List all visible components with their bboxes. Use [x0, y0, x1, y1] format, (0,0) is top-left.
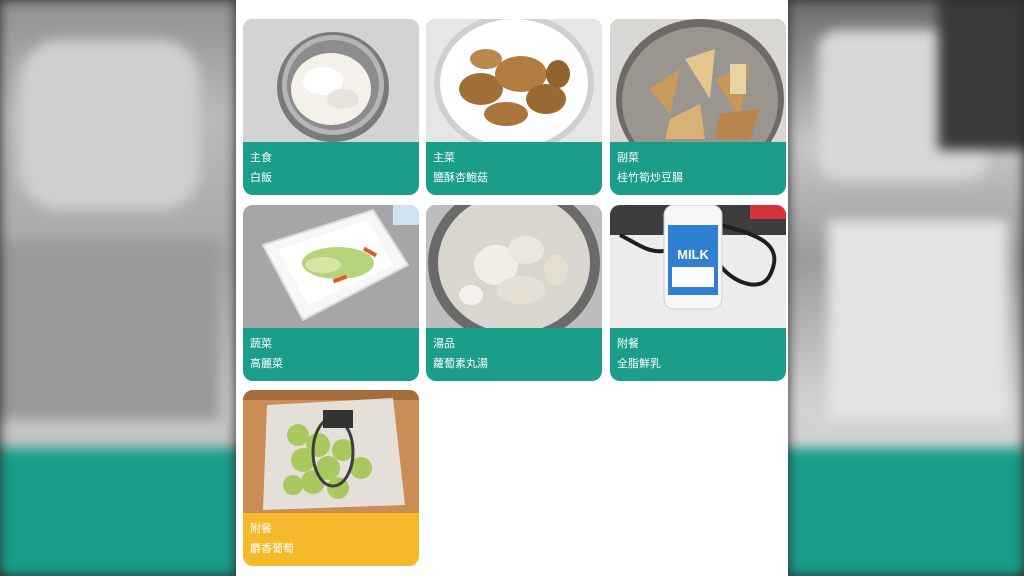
radish-soup-photo [426, 205, 602, 328]
card-category-label: 主菜 [433, 151, 455, 164]
menu-card-staple[interactable]: 主食 白飯 [243, 19, 419, 195]
card-dish-name: 高麗菜 [250, 357, 283, 370]
menu-card-vegetable[interactable]: 蔬菜 高麗菜 [243, 205, 419, 381]
fried-mushroom-photo [426, 19, 602, 142]
card-dish-name: 麝香葡萄 [250, 542, 294, 555]
card-category-label: 蔬菜 [250, 337, 272, 350]
menu-card-extra-grapes[interactable]: 附餐 麝香葡萄 [243, 390, 419, 566]
card-dish-name: 鹽酥杏鮑菇 [433, 171, 488, 184]
card-category-label: 主食 [250, 151, 272, 164]
card-dish-name: 桂竹筍炒豆腸 [617, 171, 683, 184]
card-category-label: 附餐 [617, 337, 639, 350]
card-dish-name: 全脂鮮乳 [617, 357, 661, 370]
rice-bowl-photo [243, 19, 419, 142]
grapes-photo [243, 390, 419, 513]
menu-card-soup[interactable]: 湯品 蘿蔔素丸湯 [426, 205, 602, 381]
milk-label-text: MILK [677, 247, 709, 262]
card-category-label: 湯品 [433, 337, 455, 350]
menu-card-side-dish[interactable]: 副菜 桂竹筍炒豆腸 [610, 19, 786, 195]
menu-card-extra-milk[interactable]: MILK 附餐 全脂鮮乳 [610, 205, 786, 381]
blurred-backdrop-right [788, 0, 1024, 576]
bamboo-shoot-photo [610, 19, 786, 142]
blurred-backdrop-left [0, 0, 236, 576]
card-category-label: 副菜 [617, 151, 639, 164]
cabbage-photo [243, 205, 419, 328]
milk-bottle-photo: MILK [610, 205, 786, 328]
card-category-label: 附餐 [250, 522, 272, 535]
menu-card-main-dish[interactable]: 主菜 鹽酥杏鮑菇 [426, 19, 602, 195]
card-dish-name: 蘿蔔素丸湯 [433, 357, 488, 370]
card-dish-name: 白飯 [250, 171, 272, 184]
menu-panel: 主食 白飯 主菜 鹽酥杏鮑菇 副菜 桂竹筍炒豆腸 蔬菜 高麗菜 湯品 蘿蔔素丸湯… [236, 0, 788, 576]
